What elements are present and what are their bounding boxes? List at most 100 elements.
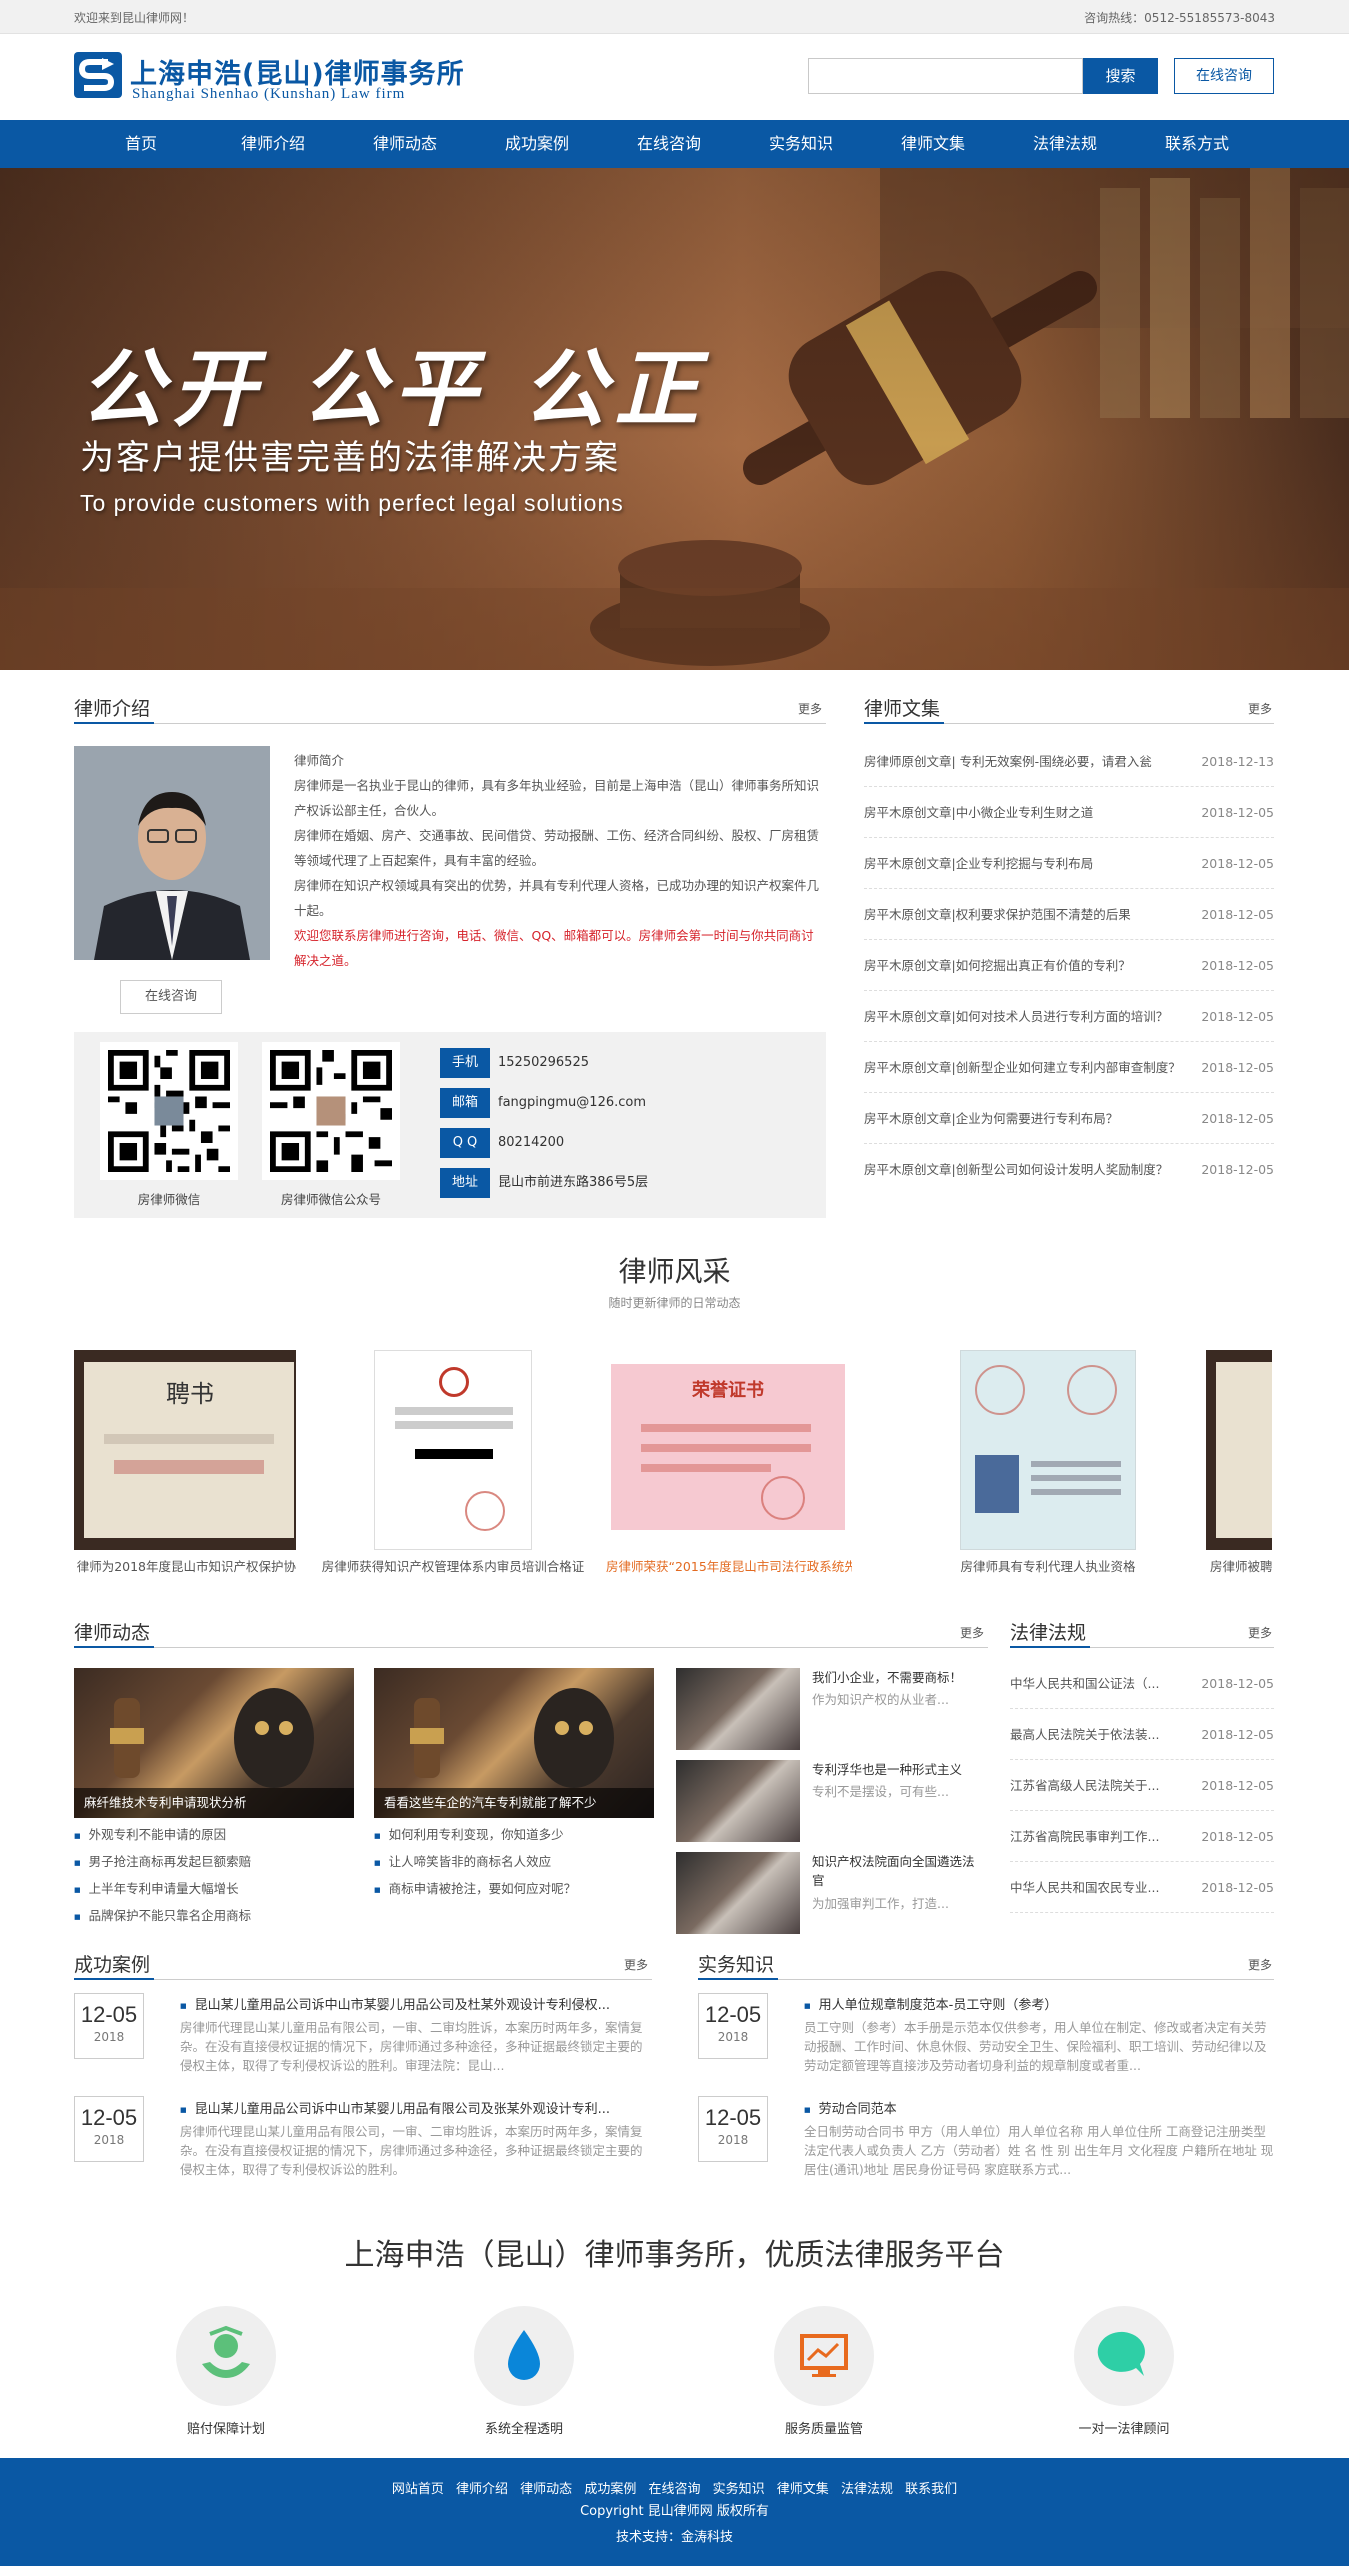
article-item[interactable]: 房平木原创文章|企业为何需要进行专利布局？ 2018-12-05 — [864, 1093, 1274, 1144]
transparency-icon[interactable] — [474, 2306, 574, 2406]
dynamics-list-item[interactable]: 商标申请被抢注，要如何应对呢？ — [374, 1878, 577, 1897]
online-consult-button[interactable]: 在线咨询 — [1174, 58, 1274, 94]
news-thumbnail[interactable] — [676, 1668, 800, 1750]
nav-item-articles[interactable]: 律师文集 — [867, 120, 999, 168]
footer-link-contact[interactable]: 联系我们 — [905, 2482, 957, 2497]
law-title[interactable]: 江苏省高院民事审判工作... — [1010, 1811, 1170, 1862]
article-item[interactable]: 房平木原创文章|如何挖掘出真正有价值的专利？ 2018-12-05 — [864, 940, 1274, 991]
article-item[interactable]: 房平木原创文章|企业专利挖掘与专利布局 2018-12-05 — [864, 838, 1274, 889]
email-value[interactable]: fangpingmu@126.com — [498, 1088, 646, 1118]
law-item[interactable]: 最高人民法院关于依法装... 2018-12-05 — [1010, 1709, 1274, 1760]
dynamics-feature-caption[interactable]: 麻纤维技术专利申请现状分析 — [74, 1788, 354, 1818]
compensation-guarantee-icon[interactable] — [176, 2306, 276, 2406]
nav-item-knowledge[interactable]: 实务知识 — [735, 120, 867, 168]
certificate-caption[interactable]: 房律师获得知识产权管理体系内审员培训合格证 — [312, 1556, 594, 1575]
nav-item-lawyer-intro[interactable]: 律师介绍 — [207, 120, 339, 168]
news-thumb-title[interactable]: 我们小企业，不需要商标！ — [812, 1668, 982, 1687]
articles-more-link[interactable]: 更多 — [1248, 700, 1272, 717]
footer-link-articles[interactable]: 律师文集 — [777, 2482, 829, 2497]
footer-link-lawyer-intro[interactable]: 律师介绍 — [456, 2482, 508, 2497]
article-title[interactable]: 房平木原创文章|如何对技术人员进行专利方面的培训？ — [864, 991, 1184, 1042]
footer-link-lawyer-news[interactable]: 律师动态 — [520, 2482, 572, 2497]
nav-item-online-consult[interactable]: 在线咨询 — [603, 120, 735, 168]
certificate-image[interactable] — [1206, 1350, 1272, 1550]
nav-item-cases[interactable]: 成功案例 — [471, 120, 603, 168]
footer-link-laws[interactable]: 法律法规 — [841, 2482, 893, 2497]
news-thumbnail[interactable] — [676, 1852, 800, 1934]
case-title[interactable]: 昆山某儿童用品公司诉中山市某婴儿用品有限公司及张某外观设计专利... — [180, 2098, 650, 2117]
dynamics-list-item[interactable]: 外观专利不能申请的原因 — [74, 1824, 227, 1843]
dynamics-more-link[interactable]: 更多 — [960, 1624, 984, 1641]
footer-link-online-consult[interactable]: 在线咨询 — [648, 2482, 700, 2497]
legal-advisor-chat-icon[interactable] — [1074, 2306, 1174, 2406]
intro-consult-button[interactable]: 在线咨询 — [120, 980, 222, 1014]
knowledge-more-link[interactable]: 更多 — [1248, 1956, 1272, 1973]
dynamics-feature-image[interactable]: 看看这些车企的汽车专利就能了解不少 — [374, 1668, 654, 1818]
intro-more-link[interactable]: 更多 — [798, 700, 822, 717]
dynamics-list-item[interactable]: 如何利用专利变现，你知道多少 — [374, 1824, 564, 1843]
news-thumb-title[interactable]: 知识产权法院面向全国遴选法官 — [812, 1852, 982, 1890]
law-item[interactable]: 江苏省高院民事审判工作... 2018-12-05 — [1010, 1811, 1274, 1862]
certificate-image[interactable]: 荣誉证书 — [611, 1364, 845, 1530]
nav-item-laws[interactable]: 法律法规 — [999, 120, 1131, 168]
law-item[interactable]: 中华人民共和国农民专业... 2018-12-05 — [1010, 1862, 1274, 1913]
dynamics-feature-caption[interactable]: 看看这些车企的汽车专利就能了解不少 — [374, 1788, 654, 1818]
dynamics-feature-image[interactable]: 麻纤维技术专利申请现状分析 — [74, 1668, 354, 1818]
article-item[interactable]: 房平木原创文章|权利要求保护范围不清楚的后果 2018-12-05 — [864, 889, 1274, 940]
law-title[interactable]: 最高人民法院关于依法装... — [1010, 1709, 1170, 1760]
nav-item-contact[interactable]: 联系方式 — [1131, 120, 1263, 168]
certificate-image[interactable] — [374, 1350, 532, 1550]
dynamics-list-item[interactable]: 品牌保护不能只靠名企用商标 — [74, 1905, 252, 1924]
article-item[interactable]: 房平木原创文章|创新型企业如何建立专利内部审查制度？ 2018-12-05 — [864, 1042, 1274, 1093]
certificate-caption[interactable]: 房律师具有专利代理人执业资格 — [946, 1556, 1150, 1575]
footer-link-knowledge[interactable]: 实务知识 — [713, 2482, 765, 2497]
phone-value[interactable]: 15250296525 — [498, 1048, 589, 1078]
case-title[interactable]: 昆山某儿童用品公司诉中山市某婴儿用品公司及杜某外观设计专利侵权... — [180, 1994, 650, 2013]
footer-link-cases[interactable]: 成功案例 — [584, 2482, 636, 2497]
laws-more-link[interactable]: 更多 — [1248, 1624, 1272, 1641]
article-title[interactable]: 房平木原创文章|如何挖掘出真正有价值的专利？ — [864, 940, 1184, 991]
certificate-image[interactable]: 聘书 — [74, 1350, 296, 1550]
article-title[interactable]: 房平木原创文章|企业专利挖掘与专利布局 — [864, 838, 1184, 889]
law-title[interactable]: 中华人民共和国公证法（... — [1010, 1658, 1170, 1709]
dynamics-list-item[interactable]: 上半年专利申请量大幅增长 — [74, 1878, 239, 1897]
article-title[interactable]: 房平木原创文章|创新型企业如何建立专利内部审查制度？ — [864, 1042, 1184, 1093]
news-thumbnail[interactable] — [676, 1760, 800, 1842]
article-title[interactable]: 房平木原创文章|企业为何需要进行专利布局？ — [864, 1093, 1184, 1144]
law-item[interactable]: 中华人民共和国公证法（... 2018-12-05 — [1010, 1658, 1274, 1709]
article-title[interactable]: 房平木原创文章|创新型公司如何设计发明人奖励制度？ — [864, 1144, 1184, 1195]
divider — [1010, 1646, 1090, 1648]
dynamics-list-item[interactable]: 男子抢注商标再发起巨额索赔 — [74, 1851, 252, 1870]
article-title[interactable]: 房平木原创文章|权利要求保护范围不清楚的后果 — [864, 889, 1184, 940]
certificate-caption[interactable]: 房律师被聘 — [1210, 1556, 1276, 1575]
article-title[interactable]: 房平木原创文章|中小微企业专利生财之道 — [864, 787, 1184, 838]
case-summary: 房律师代理昆山某儿童用品有限公司，一审、二审均胜诉，本案历时两年多，案情复杂。在… — [180, 2020, 643, 2073]
cases-more-link[interactable]: 更多 — [624, 1956, 648, 1973]
news-thumb-title[interactable]: 专利浮华也是一种形式主义 — [812, 1760, 982, 1779]
banner-slogan: 公开 公平 公正 — [80, 339, 707, 438]
quality-monitor-icon[interactable] — [774, 2306, 874, 2406]
article-item[interactable]: 房律师原创文章| 专利无效案例-围绕必要，请君入瓮 2018-12-13 — [864, 736, 1274, 787]
certificate-image[interactable] — [960, 1350, 1136, 1550]
law-title[interactable]: 中华人民共和国农民专业... — [1010, 1862, 1170, 1913]
article-item[interactable]: 房平木原创文章|中小微企业专利生财之道 2018-12-05 — [864, 787, 1274, 838]
nav-item-lawyer-news[interactable]: 律师动态 — [339, 120, 471, 168]
knowledge-date-year: 2018 — [717, 2030, 749, 2044]
logo-icon[interactable] — [74, 52, 122, 98]
nav-item-home[interactable]: 首页 — [75, 120, 207, 168]
article-item[interactable]: 房平木原创文章|创新型公司如何设计发明人奖励制度？ 2018-12-05 — [864, 1144, 1274, 1195]
knowledge-title[interactable]: 用人单位规章制度范本-员工守则（参考） — [804, 1994, 1274, 2013]
certificate-caption[interactable]: 房律师荣获“2015年度昆山市司法行政系统先进 — [606, 1556, 852, 1575]
law-item[interactable]: 江苏省高级人民法院关于... 2018-12-05 — [1010, 1760, 1274, 1811]
article-item[interactable]: 房平木原创文章|如何对技术人员进行专利方面的培训？ 2018-12-05 — [864, 991, 1274, 1042]
qq-value[interactable]: 80214200 — [498, 1128, 564, 1158]
footer-link-home[interactable]: 网站首页 — [392, 2482, 444, 2497]
article-title[interactable]: 房律师原创文章| 专利无效案例-围绕必要，请君入瓮 — [864, 736, 1184, 787]
search-button[interactable]: 搜索 — [1083, 58, 1158, 94]
hero-banner[interactable]: 公开 公平 公正 为客户提供害完善的法律解决方案 To provide cust… — [0, 168, 1349, 670]
dynamics-list-item[interactable]: 让人啼笑皆非的商标名人效应 — [374, 1851, 552, 1870]
knowledge-title[interactable]: 劳动合同范本 — [804, 2098, 1274, 2117]
certificate-caption[interactable]: 律师为2018年度昆山市知识产权保护协 — [74, 1556, 296, 1575]
search-input[interactable] — [808, 58, 1083, 94]
law-title[interactable]: 江苏省高级人民法院关于... — [1010, 1760, 1170, 1811]
